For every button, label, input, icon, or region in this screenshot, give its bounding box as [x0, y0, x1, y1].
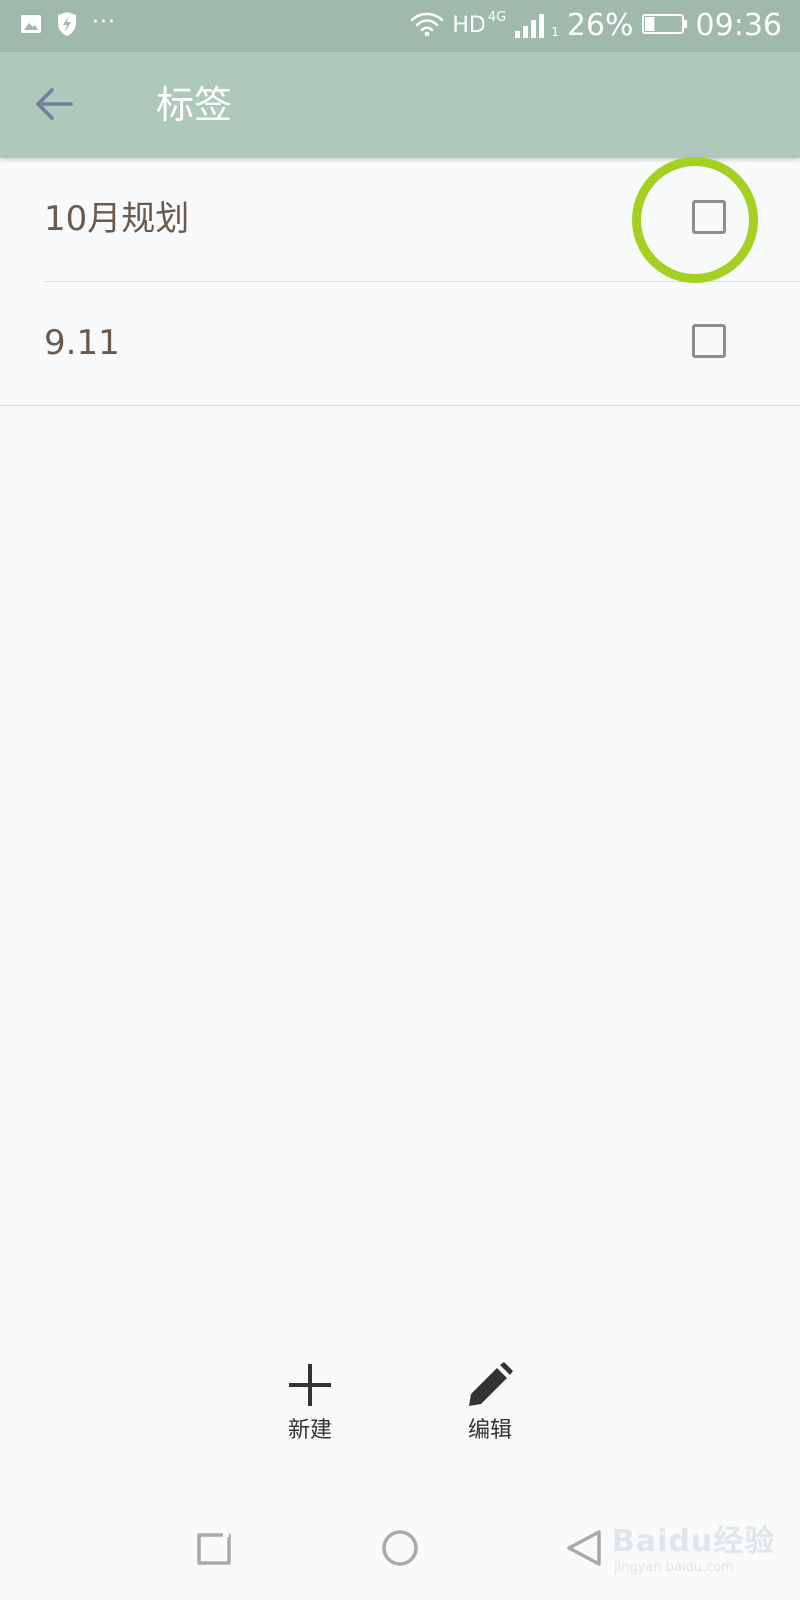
wifi-icon [410, 11, 444, 41]
new-label: 新建 [287, 1418, 332, 1443]
battery-percent: 26% [566, 8, 634, 43]
pencil-icon [465, 1360, 515, 1410]
clock: 09:36 [695, 8, 782, 43]
shield-bolt-icon [56, 11, 78, 41]
tag-list: 10月规划 9.11 [0, 158, 800, 406]
watermark: Baidu经验 jingyan.baidu.com [612, 1508, 782, 1588]
status-bar: ··· HD 4G 1 26% 09:36 [0, 0, 800, 52]
home-icon [380, 1528, 420, 1572]
tag-label: 9.11 [44, 323, 120, 363]
back-triangle-icon [565, 1528, 603, 1572]
page-title: 标签 [156, 83, 233, 127]
app-bar: 标签 [0, 52, 800, 158]
tag-label: 10月规划 [44, 199, 190, 239]
divider [0, 405, 800, 406]
arrow-left-icon [34, 86, 74, 126]
recent-apps-button[interactable] [186, 1522, 242, 1578]
plus-icon [285, 1360, 335, 1410]
signal-icon: 1 [514, 13, 559, 39]
list-item[interactable]: 10月规划 [0, 158, 800, 282]
network-gen: 4G [487, 10, 507, 25]
watermark-main: Baidu经验 [612, 1524, 776, 1559]
image-icon [20, 14, 42, 38]
tag-checkbox[interactable] [692, 324, 726, 358]
list-item[interactable]: 9.11 [0, 282, 800, 406]
network-type: HD 4G [452, 11, 506, 38]
status-bar-right: HD 4G 1 26% 09:36 [410, 6, 782, 46]
screen: ··· HD 4G 1 26% 09:36 标签 10月规划 9.11 新建 编… [0, 0, 800, 1600]
overflow-dots: ··· [92, 9, 116, 35]
back-button[interactable] [26, 78, 82, 134]
home-button[interactable] [372, 1522, 428, 1578]
edit-button[interactable]: 编辑 [440, 1360, 540, 1460]
new-button[interactable]: 新建 [260, 1360, 360, 1460]
recent-apps-icon [195, 1529, 233, 1571]
edit-label: 编辑 [467, 1418, 512, 1443]
battery-icon [641, 13, 688, 39]
network-label: HD [452, 13, 486, 38]
status-bar-left: ··· [20, 9, 116, 41]
watermark-sub: jingyan.baidu.com [614, 1560, 734, 1575]
sim-slot: 1 [551, 25, 559, 39]
tag-checkbox[interactable] [692, 200, 726, 234]
system-back-button[interactable] [556, 1522, 612, 1578]
bottom-toolbar: 新建 编辑 [0, 1360, 800, 1470]
